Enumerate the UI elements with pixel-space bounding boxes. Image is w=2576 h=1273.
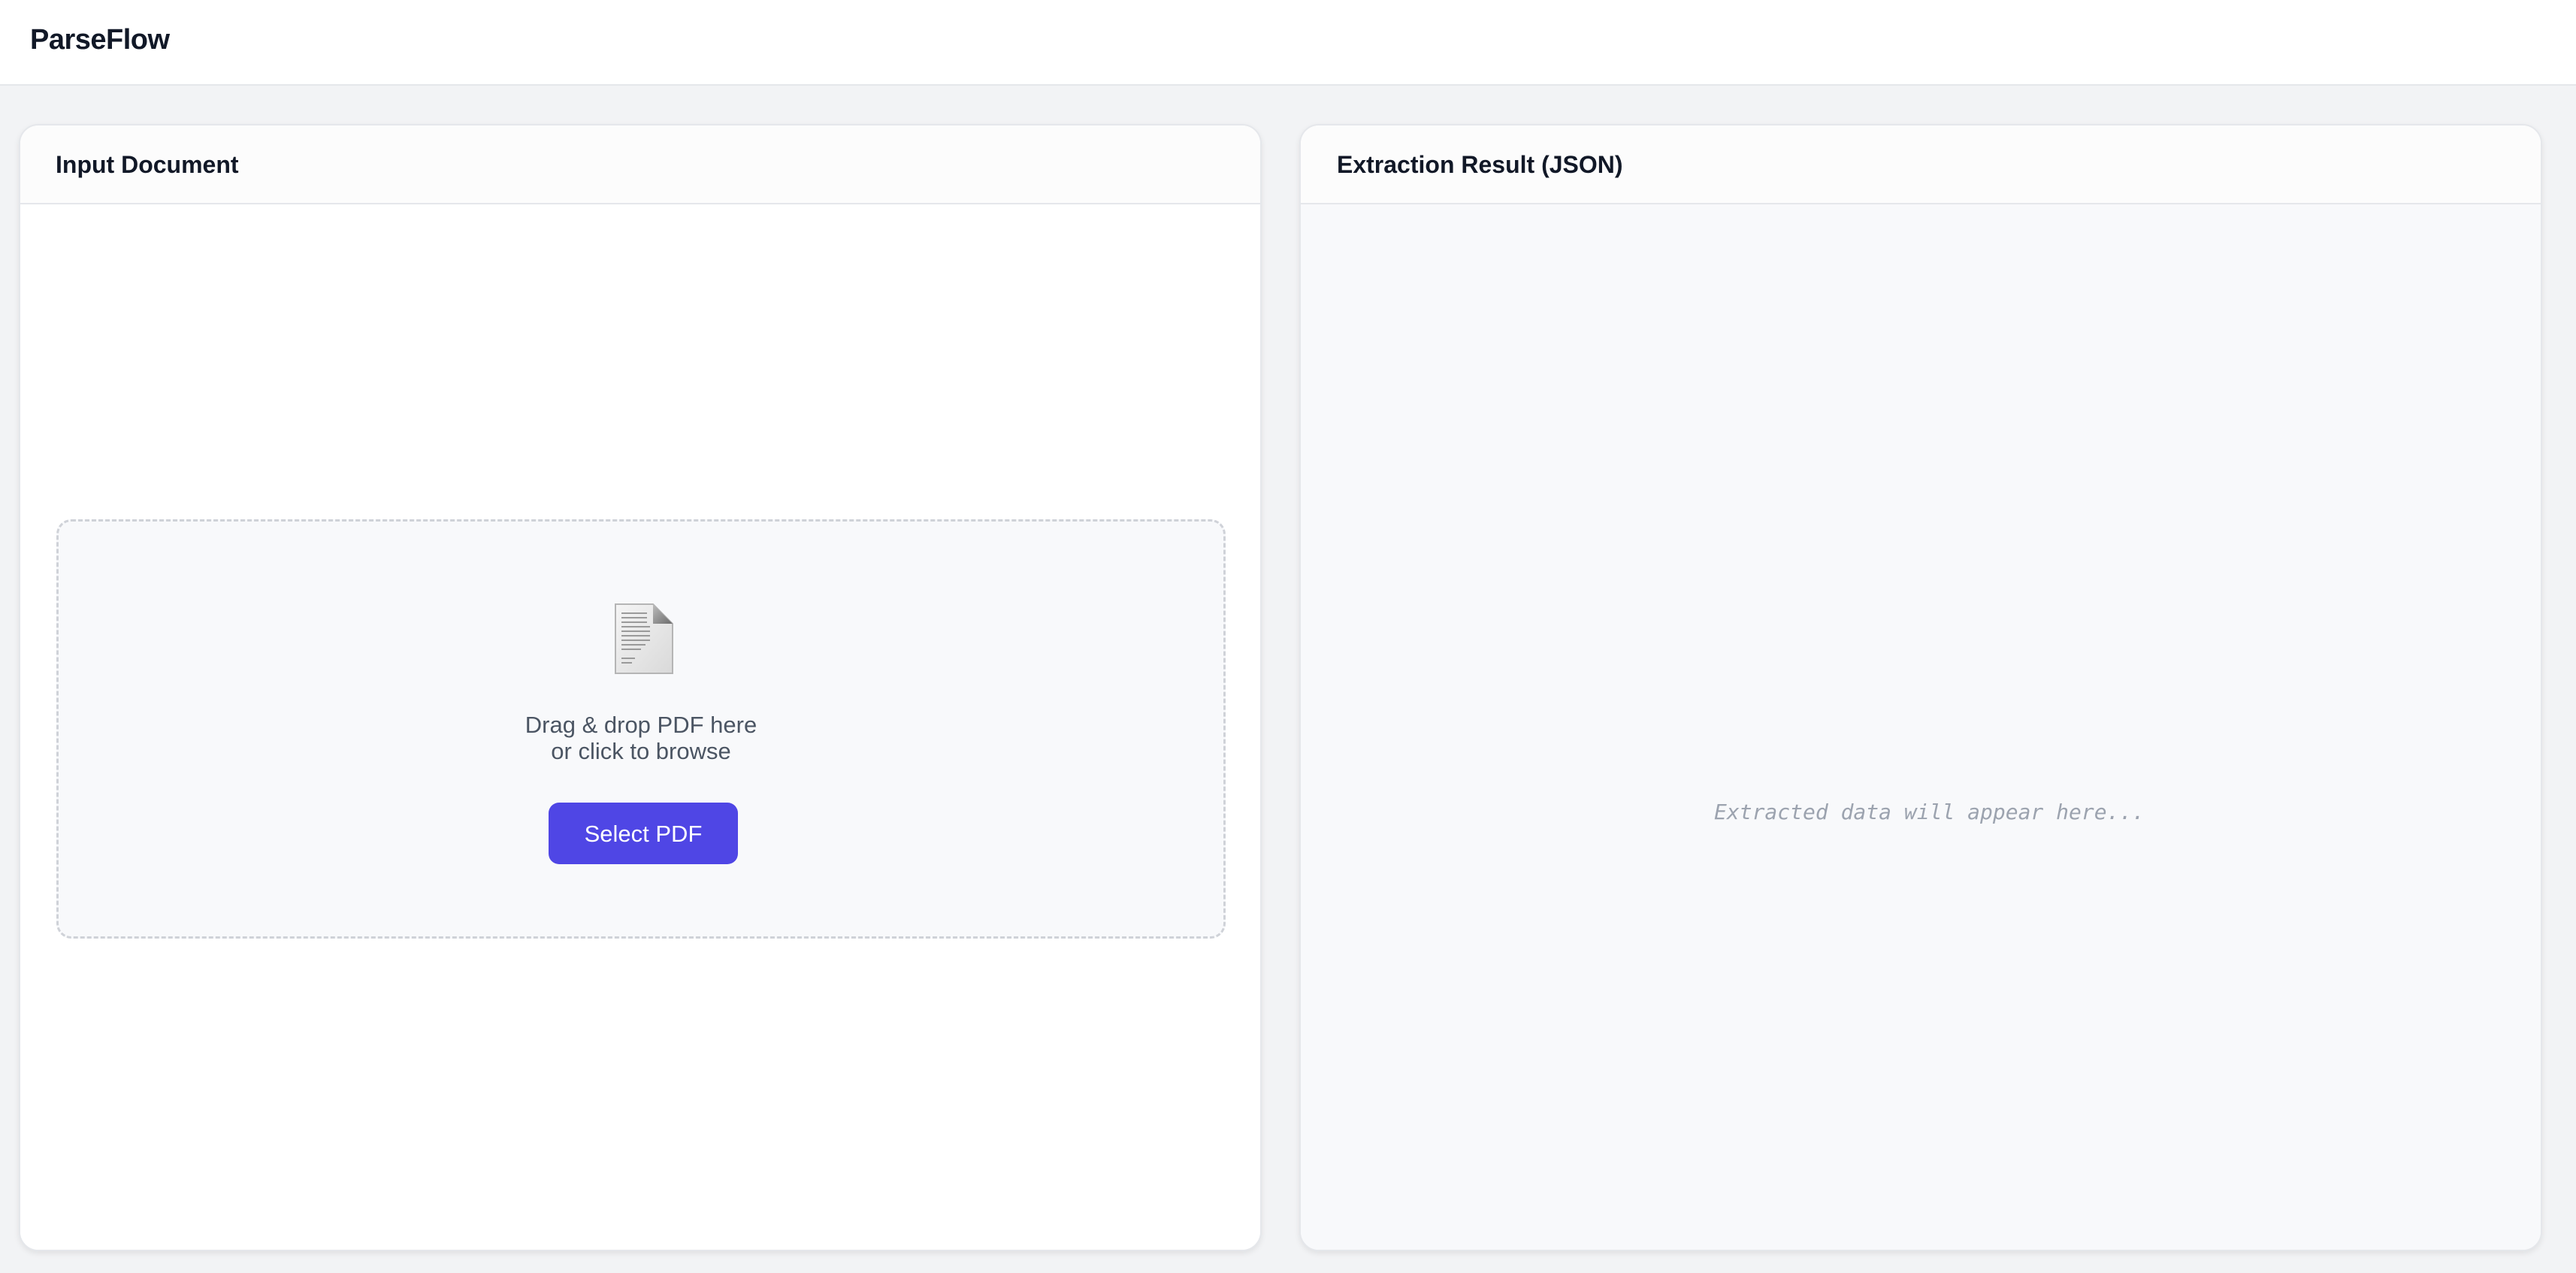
result-panel-body: Extracted data will appear here...	[1301, 204, 2541, 1250]
select-pdf-button[interactable]: Select PDF	[549, 803, 738, 864]
input-document-panel: Input Document Drag & drop PDF here or c…	[19, 124, 1262, 1251]
document-icon	[612, 603, 676, 675]
brand-logo-text: ParseFlow	[30, 24, 170, 56]
result-panel-title: Extraction Result (JSON)	[1337, 151, 1623, 178]
dropzone-instruction-line2: or click to browse	[551, 738, 731, 764]
result-placeholder-text: Extracted data will appear here...	[1714, 800, 2145, 824]
pdf-dropzone[interactable]: Drag & drop PDF here or click to browse …	[56, 519, 1226, 939]
extraction-result-panel: Extraction Result (JSON) Extracted data …	[1299, 124, 2542, 1251]
input-panel-header: Input Document	[20, 125, 1260, 204]
input-panel-body: Drag & drop PDF here or click to browse …	[20, 204, 1260, 1250]
dropzone-instruction-line1: Drag & drop PDF here	[525, 712, 757, 738]
input-panel-title: Input Document	[56, 151, 239, 178]
top-bar: ParseFlow	[0, 0, 2576, 86]
result-panel-header: Extraction Result (JSON)	[1301, 125, 2541, 204]
